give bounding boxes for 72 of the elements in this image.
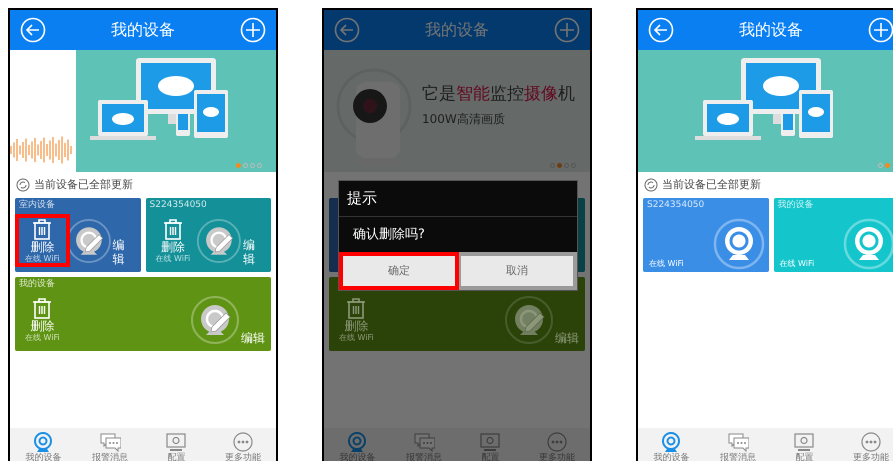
delete-button[interactable]: 删除 在线 WiFi bbox=[19, 218, 66, 263]
add-icon[interactable] bbox=[868, 17, 893, 43]
back-icon[interactable] bbox=[20, 17, 46, 43]
dialog-message: 确认删除吗? bbox=[352, 226, 426, 244]
webcam-icon bbox=[843, 218, 893, 270]
nav-tab[interactable]: 我的设备 bbox=[324, 428, 390, 461]
chat-icon bbox=[98, 432, 121, 452]
chat-icon bbox=[412, 432, 435, 452]
delete-button[interactable]: 删除 在线 WiFi bbox=[150, 218, 196, 263]
nav-tab[interactable]: 更多功能 bbox=[524, 428, 590, 461]
update-status: 当前设备已全部更新 bbox=[34, 176, 133, 193]
monitor-gear-icon bbox=[479, 432, 502, 452]
nav-tab[interactable]: 我的设备 bbox=[10, 428, 76, 461]
nav-tab[interactable]: 更多功能 bbox=[210, 428, 276, 461]
more-icon bbox=[232, 432, 254, 452]
device-card[interactable]: S224354050 删除 在线 WiFi 编辑 bbox=[146, 198, 271, 272]
nav-tab[interactable]: 配置 bbox=[143, 428, 210, 461]
camera-icon bbox=[346, 432, 368, 452]
add-icon[interactable] bbox=[554, 17, 580, 43]
camera-icon bbox=[32, 432, 54, 452]
device-name: S224354050 bbox=[647, 200, 706, 211]
device-card[interactable]: 我的设备 在线 WiFi bbox=[774, 198, 893, 272]
more-icon bbox=[546, 432, 568, 452]
camera-icon bbox=[660, 432, 682, 452]
trash-icon bbox=[345, 297, 368, 319]
refresh-icon bbox=[644, 178, 658, 192]
refresh-icon bbox=[16, 178, 30, 192]
edit-button[interactable]: 编辑 bbox=[190, 294, 267, 344]
screen-title: 我的设备 bbox=[425, 19, 489, 41]
device-name: S224354050 bbox=[150, 200, 208, 211]
banner-subtitle: 100W高清画质 bbox=[422, 110, 506, 128]
trash-icon bbox=[31, 297, 54, 319]
device-card[interactable]: 室内设备 删除 在线 WiFi 编辑 bbox=[15, 198, 140, 272]
device-status: 在线 WiFi bbox=[778, 258, 814, 270]
waveform-drawing bbox=[10, 136, 73, 164]
trash-icon bbox=[162, 218, 184, 240]
device-card[interactable]: S224354050 在线 WiFi bbox=[643, 198, 768, 272]
camera-pencil-icon bbox=[190, 294, 240, 344]
delete-button[interactable]: 删除 在线 WiFi bbox=[333, 297, 380, 342]
trash-icon bbox=[31, 218, 54, 240]
device-name: 我的设备 bbox=[19, 279, 56, 290]
device-card[interactable]: 我的设备 删除 在线 WiFi 编辑 bbox=[15, 277, 271, 351]
dialog-button[interactable]: 取消 bbox=[461, 256, 573, 286]
device-status: 在线 WiFi bbox=[648, 258, 684, 270]
camera-pencil-icon bbox=[504, 294, 554, 344]
edit-button[interactable]: 编辑 bbox=[504, 294, 581, 344]
chat-icon bbox=[726, 432, 749, 452]
nav-tab[interactable]: 我的设备 bbox=[638, 428, 704, 461]
nav-tab[interactable]: 配置 bbox=[457, 428, 524, 461]
monitor-gear-icon bbox=[165, 432, 188, 452]
banner-headline: 它是智能监控摄像机 bbox=[422, 83, 575, 106]
back-icon[interactable] bbox=[334, 17, 360, 43]
dialog-button[interactable]: 确定 bbox=[343, 256, 455, 286]
back-icon[interactable] bbox=[648, 17, 674, 43]
dialog-title: 提示 bbox=[339, 181, 577, 216]
nav-tab[interactable]: 报警消息 bbox=[390, 428, 457, 461]
monitor-gear-icon bbox=[793, 432, 816, 452]
update-status: 当前设备已全部更新 bbox=[662, 176, 761, 193]
screen-title: 我的设备 bbox=[739, 19, 803, 41]
device-name: 室内设备 bbox=[19, 200, 56, 211]
nav-tab[interactable]: 更多功能 bbox=[838, 428, 893, 461]
edit-button[interactable]: 编辑 bbox=[66, 216, 136, 266]
nav-tab[interactable]: 配置 bbox=[771, 428, 838, 461]
more-icon bbox=[860, 432, 882, 452]
webcam-icon bbox=[712, 218, 764, 270]
delete-button[interactable]: 删除 在线 WiFi bbox=[19, 297, 66, 342]
device-name: 我的设备 bbox=[778, 200, 814, 211]
nav-tab[interactable]: 报警消息 bbox=[76, 428, 143, 461]
edit-button[interactable]: 编辑 bbox=[196, 216, 267, 266]
nav-tab[interactable]: 报警消息 bbox=[704, 428, 771, 461]
screen-title: 我的设备 bbox=[111, 19, 175, 41]
add-icon[interactable] bbox=[240, 17, 266, 43]
